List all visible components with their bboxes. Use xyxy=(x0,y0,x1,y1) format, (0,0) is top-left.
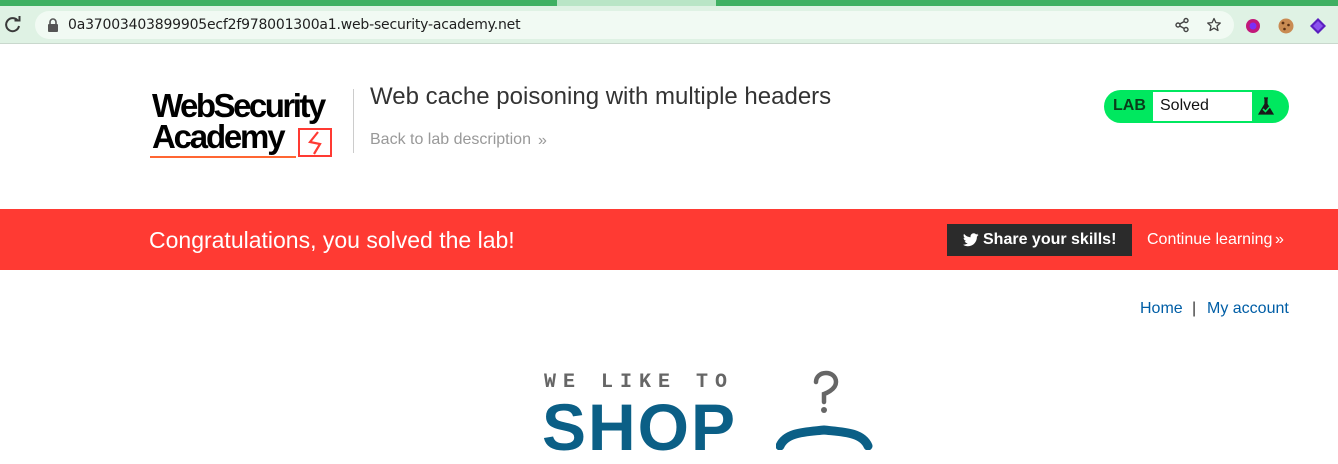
hanger-icon xyxy=(776,370,873,450)
nav-separator: | xyxy=(1192,300,1197,317)
header-divider xyxy=(353,89,354,153)
browser-toolbar: 0a37003403899905ecf2f978001300a1.web-sec… xyxy=(0,6,1338,44)
address-bar[interactable]: 0a37003403899905ecf2f978001300a1.web-sec… xyxy=(35,11,1234,39)
lab-status-text: Solved xyxy=(1160,97,1209,114)
twitter-icon xyxy=(963,233,979,247)
lock-icon[interactable] xyxy=(47,18,59,32)
nav-my-account-link[interactable]: My account xyxy=(1207,300,1289,318)
lab-header: WebSecurity Academy Web cache poisoning … xyxy=(0,45,1338,209)
share-skills-label: Share your skills! xyxy=(983,231,1117,248)
reload-icon[interactable] xyxy=(3,15,23,35)
lab-title: Web cache poisoning with multiple header… xyxy=(370,83,832,110)
solved-banner: Congratulations, you solved the lab! Sha… xyxy=(0,209,1338,270)
flask-icon xyxy=(1257,97,1275,115)
congratulations-message: Congratulations, you solved the lab! xyxy=(149,227,515,253)
back-chevron-icon[interactable]: » xyxy=(538,132,547,150)
share-icon[interactable] xyxy=(1174,17,1190,33)
logo-mark-icon xyxy=(150,128,332,158)
lab-status-widget: LAB Solved xyxy=(1104,90,1289,123)
continue-learning-link[interactable]: Continue learning xyxy=(1147,231,1272,249)
back-to-lab-link[interactable]: Back to lab description xyxy=(370,131,531,149)
continue-chevron-icon[interactable]: » xyxy=(1275,231,1284,249)
lab-badge: LAB xyxy=(1113,97,1146,114)
url-text[interactable]: 0a37003403899905ecf2f978001300a1.web-sec… xyxy=(68,17,521,33)
cookie-icon[interactable] xyxy=(1277,17,1295,35)
nav-home-link[interactable]: Home xyxy=(1140,300,1183,318)
bookmark-star-icon[interactable] xyxy=(1206,17,1222,33)
extension-diamond-icon[interactable] xyxy=(1309,17,1327,35)
lab-status-box: Solved xyxy=(1153,92,1252,121)
shop-logo-word: SHOP xyxy=(542,390,738,464)
share-skills-button[interactable]: Share your skills! xyxy=(947,224,1132,256)
extension-icon[interactable] xyxy=(1244,17,1262,35)
web-security-academy-logo[interactable]: WebSecurity Academy xyxy=(150,88,350,160)
